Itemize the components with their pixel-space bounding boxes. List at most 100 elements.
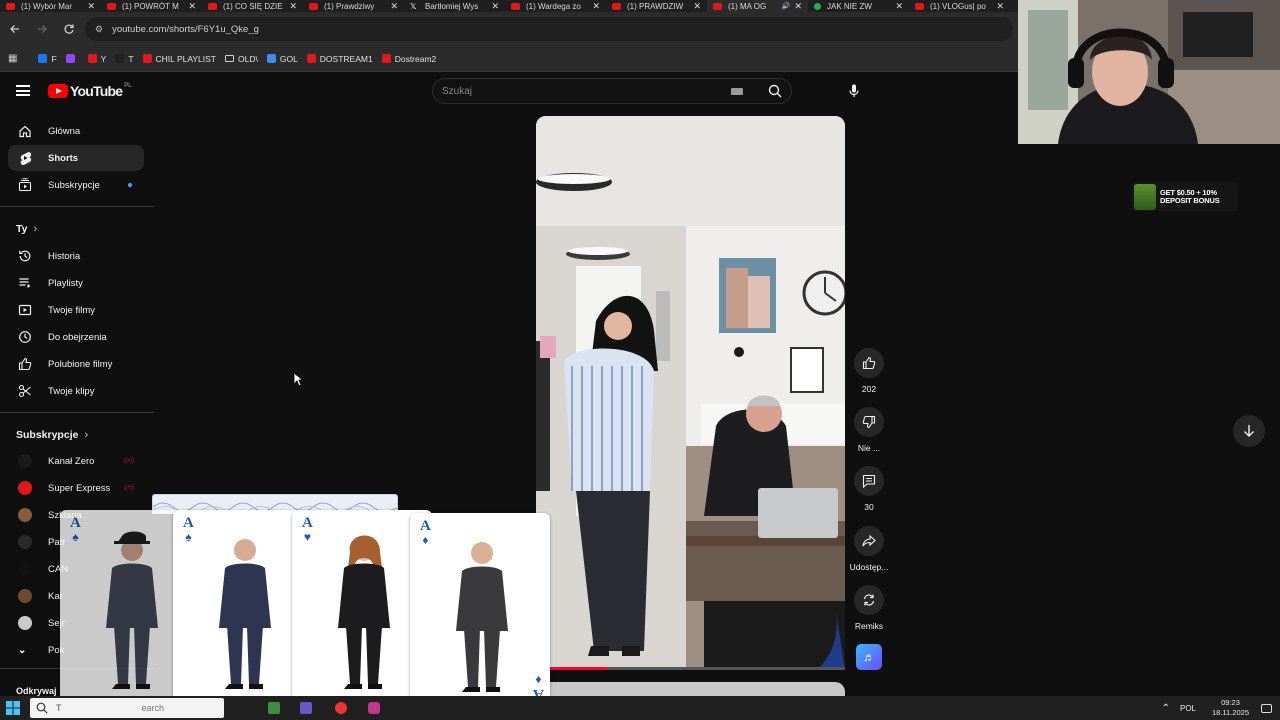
browser-tab[interactable]: (1) CO SIĘ DZIE ✕ — [202, 0, 303, 12]
youtube-logo[interactable]: YouTube PL — [48, 83, 132, 99]
notification-icon[interactable] — [1261, 703, 1272, 713]
bookmark-item[interactable] — [65, 54, 79, 63]
bookmark-item[interactable]: DOSTREAM1 — [306, 54, 373, 64]
tab-title: (1) CO SIĘ DZIE — [223, 1, 283, 11]
taskbar-app-icon[interactable] — [300, 702, 312, 714]
language-indicator[interactable]: POL — [1180, 704, 1196, 713]
card-rank-letter: A — [302, 515, 313, 531]
channel-avatar — [18, 508, 32, 522]
tab-close-icon[interactable]: ✕ — [794, 1, 802, 12]
bookmark-item[interactable]: Dostream2 — [381, 54, 436, 64]
tab-title: (1) VLOGus| po — [930, 1, 986, 11]
search-button[interactable] — [759, 78, 791, 104]
browser-tab[interactable]: JAK NIE ZW ✕ — [808, 0, 909, 12]
bookmark-favicon-icon — [381, 54, 391, 63]
taskbar-app-icon[interactable] — [268, 702, 280, 714]
browser-tab[interactable]: (1) POWRÓT M ✕ — [101, 0, 202, 12]
forward-button[interactable] — [30, 17, 54, 41]
keyboard-icon[interactable] — [731, 87, 743, 95]
tab-close-icon[interactable]: ✕ — [895, 1, 903, 12]
browser-tab[interactable]: (1) VLOGus| po ✕ — [909, 0, 1010, 12]
tab-title: (1) PRAWDZIW — [627, 1, 684, 11]
sidebar-item-do-obejrzenia[interactable]: Do obejrzenia — [8, 324, 144, 350]
subscriptions-section-heading[interactable]: Subskrypcje › — [16, 429, 88, 441]
next-short-button[interactable] — [1233, 415, 1265, 447]
tab-title: JAK NIE ZW — [827, 1, 872, 11]
sidebar-item-shorts[interactable]: Shorts — [8, 145, 144, 171]
chevron-up-icon[interactable]: ⌃ — [1162, 703, 1170, 714]
browser-tab[interactable]: 𝕏 Bartłomiej Wys ✕ — [404, 0, 505, 12]
tab-close-icon[interactable]: ✕ — [996, 1, 1004, 12]
explore-heading-label: Odkrywaj — [16, 686, 57, 696]
you-section-heading[interactable]: Ty › — [16, 223, 37, 235]
youtube-header: YouTube PL Szukaj — [0, 73, 1018, 113]
tab-close-icon[interactable]: ✕ — [390, 1, 398, 12]
sidebar-item-twoje-klipy[interactable]: Twoje klipy — [8, 378, 144, 404]
search-box[interactable]: Szukaj — [432, 78, 792, 104]
bookmark-favicon-icon — [87, 54, 97, 63]
bookmark-label: GOL — [279, 53, 298, 64]
site-info-icon[interactable]: ⚙ — [95, 24, 103, 35]
dislike-button[interactable]: Nie ... — [848, 407, 890, 453]
card-rank: A ♥ — [302, 515, 313, 545]
tab-close-icon[interactable]: ✕ — [592, 1, 600, 12]
bookmark-item[interactable]: Y — [87, 54, 106, 64]
sidebar-item-playlisty[interactable]: Playlisty — [8, 270, 144, 296]
folder-icon — [225, 55, 234, 62]
youtube-favicon — [309, 2, 318, 10]
youtube-favicon — [6, 2, 15, 10]
taskbar-app-icon[interactable] — [335, 702, 347, 714]
comments-button[interactable]: 30 — [848, 466, 890, 512]
speaker-icon[interactable]: 🔊 — [782, 2, 791, 10]
address-bar[interactable]: ⚙ youtube.com/shorts/F6Y1u_Qke_g — [85, 17, 1013, 41]
taskbar-app-icon[interactable] — [368, 702, 380, 714]
sidebar-item-polubione-filmy[interactable]: Polubione filmy — [8, 351, 144, 377]
taskbar-clock[interactable]: 09:23 18.11.2025 — [1212, 698, 1249, 718]
bookmark-item[interactable]: GOL — [266, 53, 298, 64]
tab-close-icon[interactable]: ✕ — [491, 1, 499, 12]
sidebar-item-subskrypcje[interactable]: Subskrypcje — [8, 172, 144, 198]
sound-thumbnail[interactable]: ♬ — [856, 644, 882, 670]
menu-hamburger-icon[interactable] — [16, 85, 30, 96]
chevron-right-icon: › — [33, 223, 38, 235]
windows-start-icon[interactable] — [6, 701, 20, 715]
taskbar-search-box[interactable]: T earch — [30, 698, 224, 718]
tab-close-icon[interactable]: ✕ — [188, 1, 196, 12]
sidebar-item-kanał-zero[interactable]: Kanał Zero ((•)) — [8, 448, 144, 474]
remix-button[interactable]: Remiks — [848, 585, 890, 631]
browser-tab[interactable]: (1) PRAWDZIW ✕ — [606, 0, 707, 12]
browser-tab[interactable]: (1) MA OG 🔊 ✕ — [707, 0, 808, 12]
sidebar-item-twoje-filmy[interactable]: Twoje filmy — [8, 297, 144, 323]
video-progress-bar[interactable] — [536, 667, 845, 670]
bookmark-item[interactable]: CHIL PLAYLIST — [142, 54, 216, 64]
channel-avatar — [18, 562, 32, 576]
bookmark-item[interactable]: T — [115, 54, 134, 64]
voice-search-button[interactable] — [843, 80, 865, 102]
browser-tab[interactable]: (1) Prawdziwy ✕ — [303, 0, 404, 12]
share-button[interactable]: Udostęp... — [848, 526, 890, 572]
browser-tab[interactable]: (1) Wybór Mar ✕ — [0, 0, 101, 12]
search-input[interactable]: Szukaj — [442, 86, 731, 97]
back-button[interactable] — [3, 17, 27, 41]
bookmark-item[interactable]: F — [38, 54, 57, 64]
like-button[interactable]: 202 — [848, 348, 890, 394]
tab-close-icon[interactable]: ✕ — [693, 1, 701, 12]
reload-button[interactable] — [57, 17, 81, 41]
apps-grid-icon[interactable]: ▦ — [8, 53, 17, 64]
video-icon — [18, 303, 32, 317]
promo-mascot-icon — [1134, 183, 1156, 210]
browser-tab[interactable]: (1) Wardega zo ✕ — [505, 0, 606, 12]
channel-avatar — [18, 454, 32, 468]
sidebar-item-historia[interactable]: Historia — [8, 243, 144, 269]
taskbar-search-text: T — [56, 703, 62, 713]
comment-count: 30 — [864, 502, 874, 512]
promo-line-2: DEPOSIT BONUS — [1160, 195, 1220, 205]
playlist-icon — [18, 276, 32, 290]
short-video-player[interactable] — [536, 116, 845, 670]
sidebar-item-główna[interactable]: Główna — [8, 118, 144, 144]
tab-close-icon[interactable]: ✕ — [289, 1, 297, 12]
bookmark-item[interactable]: OLD\ — [225, 54, 258, 64]
tab-close-icon[interactable]: ✕ — [87, 1, 95, 12]
promo-banner[interactable]: GET $0.50 + 10% DEPOSIT BONUS — [1132, 182, 1238, 211]
search-icon — [768, 84, 782, 98]
